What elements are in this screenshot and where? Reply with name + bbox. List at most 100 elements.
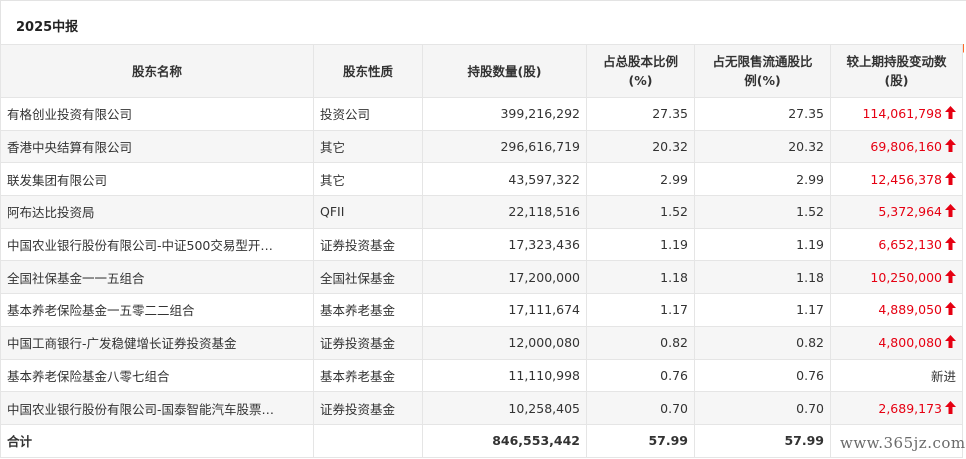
table-row: 有格创业投资有限公司 投资公司 399,216,292 27.35 27.35 114,0… [0, 97, 963, 131]
total-pct-float: 57.99 [694, 423, 831, 458]
change-value: 10,250,000 [870, 269, 942, 285]
shares-cell: 296,616,719 [422, 129, 587, 164]
holder-type-cell: 全国社保基金 [313, 260, 423, 295]
holder-name-cell: 基本养老保险基金一五零二二组合 [0, 293, 314, 327]
header-ratio-float-line1: 占无限售流通股比 [712, 54, 813, 69]
header-ratio-total-line1: 占总股本比例 [602, 54, 678, 69]
total-type-empty [313, 423, 423, 458]
change-cell: 69,806,160 [830, 129, 963, 164]
table-row: 全国社保基金一一五组合 全国社保基金 17,200,000 1.18 1.18 10,25… [0, 260, 963, 295]
change-value: 2,689,173 [878, 400, 942, 416]
change-value: 新进 [930, 368, 956, 384]
pct-total-cell: 27.35 [586, 97, 695, 131]
pct-total-cell: 0.82 [586, 325, 695, 360]
holder-name-cell: 阿布达比投资局 [0, 195, 314, 229]
change-value: 4,889,050 [878, 302, 942, 318]
shares-cell: 17,111,674 [422, 293, 587, 327]
change-cell: 4,889,050 [830, 293, 963, 327]
up-arrow-icon [945, 302, 956, 316]
up-arrow-icon [945, 400, 956, 414]
change-value: 69,806,160 [870, 139, 942, 155]
holder-name-cell: 香港中央结算有限公司 [0, 129, 314, 164]
holder-name-cell: 中国农业银行股份有限公司-国泰智能汽车股票… [0, 391, 314, 425]
table-row: 香港中央结算有限公司 其它 296,616,719 20.32 20.32 69,806,… [0, 129, 963, 164]
pct-float-cell: 27.35 [694, 97, 831, 131]
total-label: 合计 [0, 423, 314, 458]
holder-type-cell: 其它 [313, 162, 423, 197]
header-ratio-float: 占无限售流通股比 例(%) [694, 44, 831, 98]
change-value: 114,061,798 [862, 106, 942, 122]
shares-cell: 17,200,000 [422, 260, 587, 295]
holder-type-cell: 证券投资基金 [313, 227, 423, 262]
watermark: www.365jz.com [840, 434, 966, 452]
change-value: 6,652,130 [878, 237, 942, 253]
change-cell: 2,689,173 [830, 391, 963, 425]
pct-total-cell: 1.17 [586, 293, 695, 327]
header-change: 较上期持股变动数 (股) [830, 44, 963, 98]
header-ratio-total: 占总股本比例 (%) [586, 44, 695, 98]
table-row: 中国农业银行股份有限公司-中证500交易型开… 证券投资基金 17,323,436 1… [0, 227, 963, 262]
table-row: 基本养老保险基金一五零二二组合 基本养老基金 17,111,674 1.17 1.17 4… [0, 293, 963, 327]
up-arrow-icon [945, 106, 956, 120]
holder-type-cell: 证券投资基金 [313, 391, 423, 425]
holder-type-cell: QFII [313, 195, 423, 229]
up-arrow-icon [945, 335, 956, 349]
pct-total-cell: 1.19 [586, 227, 695, 262]
header-ratio-float-line2: 例(%) [744, 73, 781, 88]
change-cell: 114,061,798 [830, 97, 963, 131]
header-shares: 持股数量(股) [422, 44, 587, 98]
change-cell: 5,372,964 [830, 195, 963, 229]
holder-type-cell: 基本养老基金 [313, 293, 423, 327]
report-period-tab[interactable]: 2025中报 [0, 0, 966, 44]
pct-float-cell: 0.82 [694, 325, 831, 360]
header-holder-type: 股东性质 [313, 44, 423, 98]
pct-float-cell: 20.32 [694, 129, 831, 164]
pct-float-cell: 1.19 [694, 227, 831, 262]
pct-float-cell: 0.70 [694, 391, 831, 425]
change-value: 5,372,964 [878, 204, 942, 220]
holder-name-cell: 中国农业银行股份有限公司-中证500交易型开… [0, 227, 314, 262]
header-change-line2: (股) [884, 73, 909, 88]
pct-float-cell: 0.76 [694, 358, 831, 393]
pct-total-cell: 1.52 [586, 195, 695, 229]
table-row: 基本养老保险基金八零七组合 基本养老基金 11,110,998 0.76 0.76 新进 [0, 358, 963, 393]
holder-name-cell: 有格创业投资有限公司 [0, 97, 314, 131]
total-shares: 846,553,442 [422, 423, 587, 458]
pct-total-cell: 20.32 [586, 129, 695, 164]
change-value: 4,800,080 [878, 335, 942, 351]
shares-cell: 11,110,998 [422, 358, 587, 393]
holder-name-cell: 全国社保基金一一五组合 [0, 260, 314, 295]
shares-cell: 43,597,322 [422, 162, 587, 197]
holder-name-cell: 中国工商银行-广发稳健增长证券投资基金 [0, 325, 314, 360]
up-arrow-icon [945, 139, 956, 153]
shares-cell: 399,216,292 [422, 97, 587, 131]
holder-type-cell: 证券投资基金 [313, 325, 423, 360]
table-row: 中国农业银行股份有限公司-国泰智能汽车股票… 证券投资基金 10,258,405 0.… [0, 391, 963, 425]
change-cell: 6,652,130 [830, 227, 963, 262]
shares-cell: 22,118,516 [422, 195, 587, 229]
pct-total-cell: 1.18 [586, 260, 695, 295]
header-holder-name: 股东名称 [0, 44, 314, 98]
table-row: 联发集团有限公司 其它 43,597,322 2.99 2.99 12,456,378 [0, 162, 963, 197]
up-arrow-icon [945, 204, 956, 218]
up-arrow-icon [945, 171, 956, 185]
holder-type-cell: 基本养老基金 [313, 358, 423, 393]
report-period-label: 2025中报 [16, 20, 79, 35]
up-arrow-icon [945, 269, 956, 283]
header-ratio-total-line2: (%) [628, 73, 653, 88]
pct-total-cell: 0.76 [586, 358, 695, 393]
holder-name-cell: 基本养老保险基金八零七组合 [0, 358, 314, 393]
change-cell: 12,456,378 [830, 162, 963, 197]
holder-type-cell: 其它 [313, 129, 423, 164]
table-row: 阿布达比投资局 QFII 22,118,516 1.52 1.52 5,372,964 [0, 195, 963, 229]
up-arrow-icon [945, 237, 956, 251]
change-cell: 新进 [830, 358, 963, 393]
table-total-row: 合计 846,553,442 57.99 57.99 [0, 423, 963, 458]
change-cell: 10,250,000 [830, 260, 963, 295]
shares-cell: 17,323,436 [422, 227, 587, 262]
total-pct-total: 57.99 [586, 423, 695, 458]
shares-cell: 12,000,080 [422, 325, 587, 360]
holder-type-cell: 投资公司 [313, 97, 423, 131]
top-shareholders-table: 股东名称 股东性质 持股数量(股) 占总股本比例 (%) 占无限售流通股比 例(… [0, 44, 963, 458]
pct-float-cell: 2.99 [694, 162, 831, 197]
